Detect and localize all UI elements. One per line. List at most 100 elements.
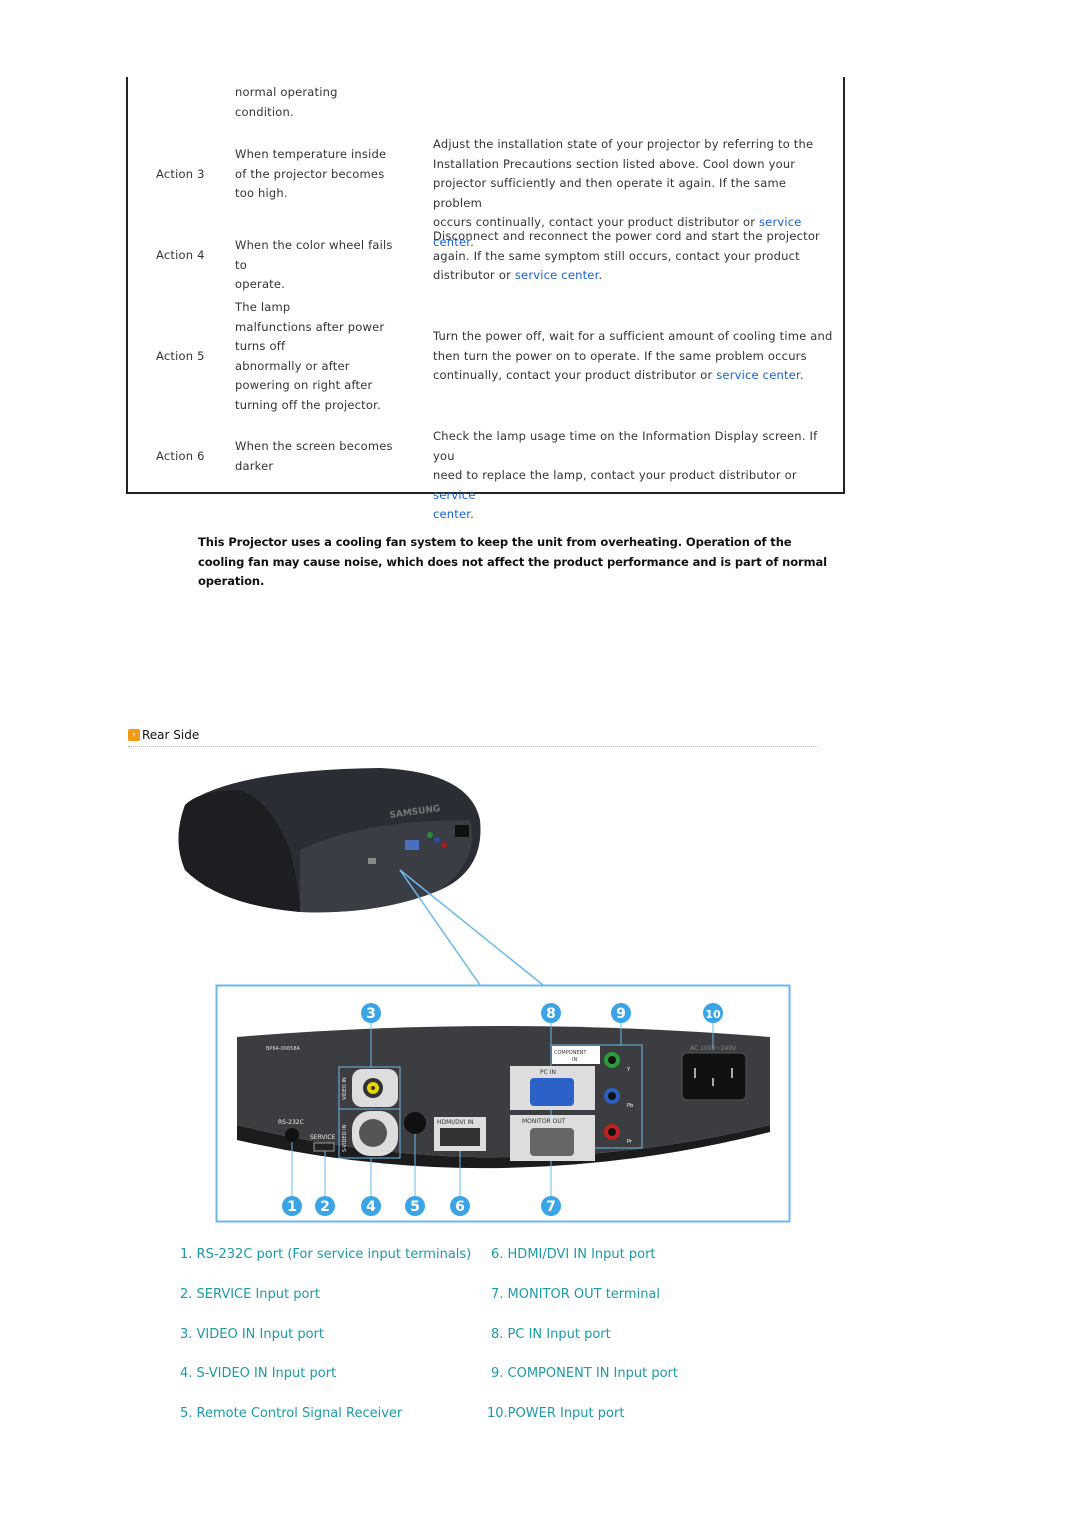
condition-line: malfunctions after power (235, 319, 385, 334)
condition-line: turning off the projector. (235, 397, 381, 412)
ac-label: AC 100V~240V (690, 1045, 737, 1052)
service-center-link[interactable]: service (433, 488, 476, 502)
pc-in-label: PC IN (540, 1069, 556, 1076)
monitor-out-label: MONITOR OUT (522, 1118, 566, 1125)
power-socket (681, 1052, 747, 1101)
condition-line: abnormally or after (235, 358, 350, 373)
solution-text: again. If the same symptom still occurs,… (433, 248, 800, 263)
solution-line: Adjust the installation state of your pr… (433, 135, 835, 155)
component-label: COMPONENT (554, 1050, 587, 1056)
solution-text: Adjust the installation state of your pr… (433, 137, 814, 151)
port-list-item: 8. PC IN Input port (491, 1326, 611, 1342)
solution-text: then turn the power on to operate. If th… (433, 348, 807, 363)
solution-line: then turn the power on to operate. If th… (433, 347, 835, 367)
callout-number: 2 (320, 1199, 330, 1215)
svideo-in-label: S-VIDEO IN (342, 1124, 348, 1152)
port-list-item: 10.POWER Input port (487, 1406, 625, 1422)
troubleshooting-table: normal operating condition. Action 3 When t… (126, 77, 845, 521)
solution-text: need to replace the lamp, contact your p… (433, 468, 797, 482)
port-list-item: 6. HDMI/DVI IN Input port (491, 1247, 656, 1262)
rear-side-figure: SAMSUNG BP64-00658A RS-232C SERVICE VIDE… (178, 768, 791, 1223)
solution-text: distributor or (433, 268, 515, 282)
condition-line: operate. (235, 277, 286, 291)
section-title: Rear Side (142, 728, 200, 742)
condition-line: powering on right after (235, 378, 373, 392)
condition-cell: normal operating condition. (235, 83, 407, 122)
solution-line: center. (433, 505, 835, 525)
service-label: SERVICE (310, 1134, 336, 1141)
solution-cell: Disconnect and reconnect the power cord … (433, 227, 835, 286)
solution-line: continually, contact your product distri… (433, 366, 835, 386)
solution-text: Turn the power off, wait for a sufficien… (433, 329, 833, 343)
service-center-link[interactable]: service center (716, 368, 800, 382)
pb-label: Pb (627, 1103, 633, 1109)
remote-receiver (404, 1112, 426, 1134)
section-heading-rear-side: › Rear Side (128, 728, 199, 742)
solution-text: projector sufficiently and then operate … (433, 176, 787, 210)
solution-text: Check the lamp usage time on the Informa… (433, 429, 818, 463)
condition-line: When the color wheel fails to (235, 238, 393, 272)
solution-line: Installation Precautions section listed … (433, 155, 835, 175)
condition-line: When temperature inside (235, 147, 387, 161)
condition-line: normal operating (235, 85, 338, 99)
solution-line: again. If the same symptom still occurs,… (433, 247, 835, 267)
solution-line: projector sufficiently and then operate … (433, 174, 835, 213)
service-center-link[interactable]: service center (515, 268, 599, 282)
solution-cell: Turn the power off, wait for a sufficien… (433, 327, 835, 386)
action-label: Action 4 (156, 247, 205, 262)
period: . (470, 507, 475, 521)
port-list-item: 5. Remote Control Signal Receiver (180, 1406, 403, 1422)
condition-line: The lamp (235, 300, 291, 314)
callout-number: 3 (366, 1006, 376, 1022)
action-label: Action 3 (156, 166, 205, 181)
condition-cell: The lamp malfunctions after power turns of… (235, 298, 407, 415)
condition-cell: When the color wheel fails to operate. (235, 236, 407, 295)
service-center-link[interactable]: center (433, 507, 470, 521)
solution-line: Check the lamp usage time on the Informa… (433, 427, 835, 466)
callout-number: 8 (546, 1006, 556, 1022)
rs232c-label: RS-232C (278, 1119, 304, 1126)
orange-arrow-bullet-icon: › (128, 729, 140, 741)
period: . (799, 368, 804, 382)
condition-line: too high. (235, 186, 288, 200)
callout-number: 7 (546, 1199, 556, 1215)
rs232c-port (285, 1128, 299, 1142)
projector-image: SAMSUNG (178, 768, 544, 986)
solution-text: Disconnect and reconnect the power cord … (433, 229, 820, 243)
solution-text: Installation Precautions section listed … (433, 156, 796, 171)
hdmi-label: HDMI/DVI IN (437, 1119, 474, 1126)
condition-line: When the screen becomes (235, 439, 393, 453)
action-label: Action 6 (156, 448, 205, 463)
action-label: Action 5 (156, 348, 205, 363)
port-list-item: 4. S-VIDEO IN Input port (180, 1366, 337, 1382)
callout-number: 10 (705, 1008, 721, 1021)
model-label: BP64-00658A (266, 1046, 301, 1052)
component-label-2: IN (572, 1057, 577, 1063)
port-list-item: 1. RS-232C port (For service input termi… (180, 1247, 472, 1262)
period: . (598, 268, 603, 282)
solution-text: continually, contact your product distri… (433, 368, 717, 382)
solution-line: need to replace the lamp, contact your p… (433, 466, 835, 505)
condition-line: darker (235, 458, 274, 473)
page: normal operating condition. Action 3 When t… (0, 0, 1080, 1528)
callout-number: 4 (366, 1199, 376, 1215)
solution-line: Disconnect and reconnect the power cord … (433, 227, 835, 247)
solution-cell: Check the lamp usage time on the Informa… (433, 427, 835, 525)
condition-line: of the projector becomes (235, 166, 385, 181)
solution-line: Turn the power off, wait for a sufficien… (433, 327, 835, 347)
callout-number: 9 (616, 1006, 626, 1022)
video-in-label: VIDEO IN (342, 1077, 348, 1100)
callout-number: 5 (410, 1199, 420, 1215)
port-list-item: 9. COMPONENT IN Input port (491, 1366, 679, 1382)
cooling-fan-note: This Projector uses a cooling fan system… (198, 535, 827, 588)
condition-line: turns off (235, 339, 286, 353)
port-list-item: 7. MONITOR OUT terminal (491, 1286, 661, 1302)
port-list-item: 2. SERVICE Input port (180, 1286, 320, 1302)
solution-line: distributor or service center. (433, 266, 835, 286)
callout-number: 1 (287, 1199, 297, 1215)
port-list-item: 3. VIDEO IN Input port (180, 1326, 324, 1342)
condition-cell: When the screen becomes darker (235, 437, 407, 476)
section-divider (128, 746, 818, 747)
condition-cell: When temperature inside of the projector … (235, 145, 407, 204)
condition-line: condition. (235, 104, 294, 119)
